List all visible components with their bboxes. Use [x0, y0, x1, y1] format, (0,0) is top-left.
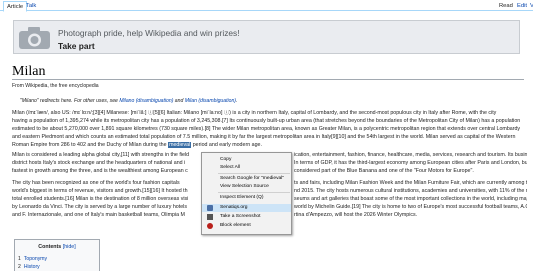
- page-tabs: Article Talk Read Edit V: [0, 0, 533, 12]
- paragraph-line: ication, entertainment, fashion, finance…: [294, 152, 527, 158]
- tagline: From Wikipedia, the free encyclopedia: [12, 83, 99, 89]
- screenshot-icon: [207, 214, 213, 220]
- paragraph-line: rtina d'Ampezzo, will host the 2026 Wint…: [294, 212, 418, 218]
- toc-title: Contents: [38, 244, 62, 250]
- paragraph-line: nd 2015. The city hosts numerous cultura…: [294, 188, 527, 194]
- tab-view-history[interactable]: V: [527, 1, 533, 11]
- paragraph-line: and eastern Piedmont and which counts an…: [12, 134, 516, 140]
- paragraph-line: Milan is considered a leading alpha glob…: [12, 152, 190, 158]
- tab-read[interactable]: Read: [496, 1, 516, 11]
- selected-text[interactable]: medieval: [168, 142, 192, 148]
- menu-separator: [218, 173, 290, 174]
- table-of-contents: Contents [hide] 1 Toponymy 2 History: [14, 239, 100, 271]
- paragraph-line: and F. Internazionale, and one of Italy'…: [12, 212, 185, 218]
- menu-item-copy[interactable]: Copy: [202, 156, 291, 164]
- extension-icon: [207, 205, 213, 211]
- paragraph-line: estimated to be about 5,270,000 over 1,8…: [12, 126, 521, 132]
- menu-item-inspect-element[interactable]: Inspect Element (Q): [202, 194, 291, 202]
- paragraph-line: seums and art galleries that boast some …: [294, 196, 527, 202]
- page-title: Milan: [12, 64, 46, 79]
- menu-separator: [218, 192, 290, 193]
- paragraph-line: total enrolled students.[16] Milan is th…: [12, 196, 189, 202]
- take-part-link[interactable]: Take part: [58, 41, 95, 51]
- paragraph-line: Milan (/mɪˈlæn/, also US: /mɪˈlɑːn/;[3][…: [12, 110, 497, 116]
- toc-item[interactable]: 2 History: [18, 264, 40, 270]
- menu-item-select-all[interactable]: Select All: [202, 164, 291, 172]
- context-menu: Copy Select All Search Google for "medie…: [201, 152, 292, 235]
- paragraph-line: having a population of 1,395,274 while i…: [12, 118, 521, 124]
- paragraph-line: by Leonardo da Vinci. The city is served…: [12, 204, 187, 210]
- photo-contest-banner: Photograph pride, help Wikipedia and win…: [13, 20, 520, 54]
- paragraph-line: The city has been recognized as one of t…: [12, 180, 180, 186]
- toc-item[interactable]: 1 Toponymy: [18, 256, 47, 262]
- paragraph-line: world by Michelin Guide.[19] The city is…: [294, 204, 527, 210]
- menu-item-view-selection-source[interactable]: View Selection Source: [202, 183, 291, 191]
- paragraph-line: world's biggest in terms of revenue, vis…: [12, 188, 188, 194]
- hatnote-link-milan[interactable]: Milan (disambiguation): [185, 98, 236, 104]
- menu-item-senatiqs[interactable]: Senatiqs.org: [202, 204, 291, 212]
- hatnote-link-milano[interactable]: Milano (disambiguation): [119, 98, 173, 104]
- tab-talk[interactable]: Talk: [23, 1, 39, 11]
- title-divider: [12, 79, 524, 80]
- menu-item-take-screenshot[interactable]: Take a Screenshot: [202, 213, 291, 221]
- paragraph-line: In terms of GDP, it has the third-larges…: [294, 160, 527, 166]
- paragraph-line: considered part of the Blue Banana and o…: [294, 168, 474, 174]
- ublock-icon: [207, 223, 213, 229]
- paragraph-line: ts and fairs, including Milan Fashion We…: [294, 180, 527, 186]
- hatnote: "Milano" redirects here. For other uses,…: [20, 98, 238, 104]
- camera-icon: [19, 27, 50, 49]
- menu-item-block-element[interactable]: Block element: [202, 222, 291, 230]
- paragraph-line: Roman Empire from 286 to 402 and the Duc…: [12, 142, 262, 148]
- paragraph-line: fastest in growth among the three, and i…: [12, 168, 188, 174]
- menu-item-search-google[interactable]: Search Google for "medieval": [202, 175, 291, 183]
- paragraph-line: district hosts Italy's stock exchange an…: [12, 160, 186, 166]
- banner-message: Photograph pride, help Wikipedia and win…: [58, 28, 240, 38]
- toc-hide-link[interactable]: [hide]: [63, 244, 76, 250]
